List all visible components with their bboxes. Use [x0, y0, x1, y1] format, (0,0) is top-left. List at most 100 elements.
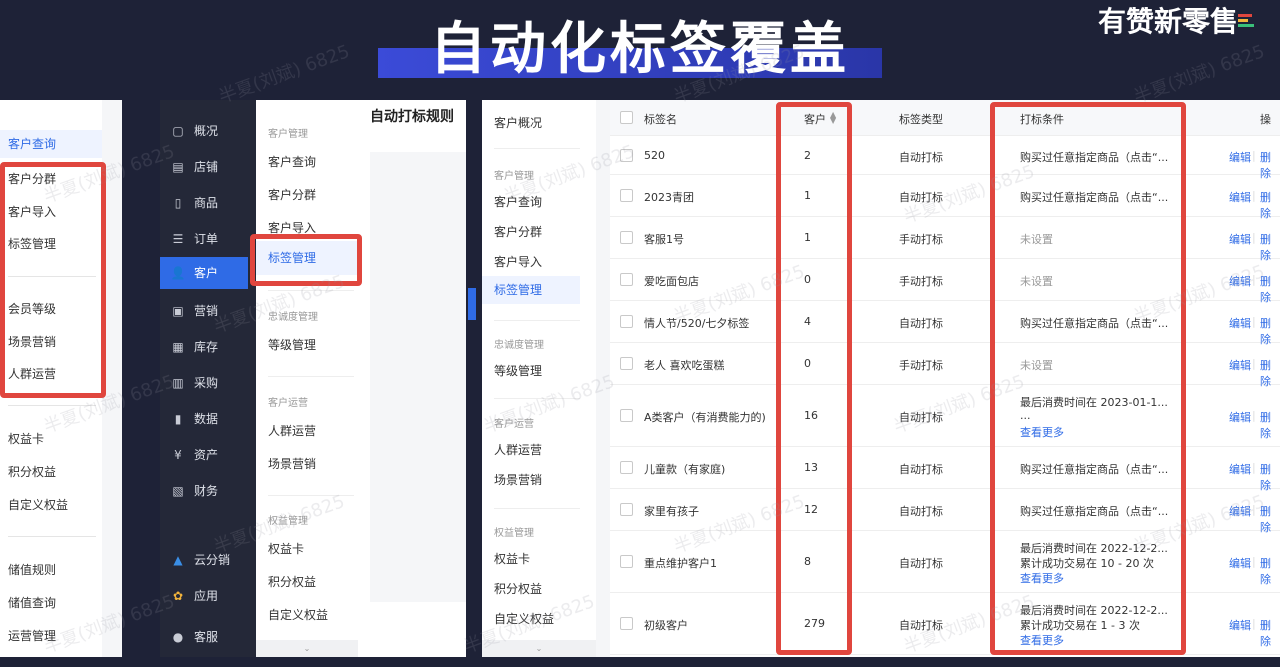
select-all-checkbox[interactable]	[620, 111, 633, 124]
p3-active-marker	[468, 288, 476, 320]
nav-customer[interactable]: 👤 客户	[160, 257, 248, 289]
cloud-distribution-icon: ▲	[173, 553, 183, 567]
nav-label: 应用	[194, 589, 219, 603]
delete-link[interactable]: 删除	[1260, 409, 1280, 441]
customer-service-icon: ●	[172, 630, 184, 644]
row-checkbox[interactable]	[620, 503, 633, 516]
edit-link[interactable]: 编辑	[1229, 315, 1251, 331]
row-checkbox[interactable]	[620, 357, 633, 370]
p1-divider	[8, 536, 96, 537]
slide-header: 自动化标签覆盖 有赞新零售	[0, 0, 1280, 100]
p1-item-stored-value-query[interactable]: 储值查询	[8, 594, 56, 611]
tag-type: 自动打标	[899, 151, 943, 164]
p3-item-points-benefit[interactable]: 积分权益	[494, 580, 542, 597]
highlight-box-customers	[776, 102, 852, 655]
tag-name: 初级客户	[644, 619, 688, 632]
p3-divider	[494, 148, 580, 149]
nav-goods[interactable]: ▯ 商品	[170, 194, 218, 211]
p3-item-benefit-card[interactable]: 权益卡	[494, 550, 530, 567]
action-divider: |	[1252, 149, 1256, 162]
p2-item-crowd-ops[interactable]: 人群运营	[268, 422, 316, 439]
nav-apps[interactable]: ✿ 应用	[170, 587, 218, 604]
row-checkbox[interactable]	[620, 273, 633, 286]
p3-item-customer-overview[interactable]: 客户概况	[494, 114, 542, 131]
edit-link[interactable]: 编辑	[1229, 149, 1251, 165]
p1-item-benefit-card[interactable]: 权益卡	[8, 430, 44, 447]
action-divider: |	[1252, 357, 1256, 370]
p2-item-scene-marketing[interactable]: 场景营销	[268, 455, 316, 472]
nav-finance[interactable]: ▧ 财务	[170, 482, 218, 499]
p3-item-level-management[interactable]: 等级管理	[494, 362, 542, 379]
group-customer-ops: 客户运营	[268, 398, 308, 409]
p1-item-customer-query[interactable]: 客户查询	[0, 130, 102, 158]
assets-icon: ¥	[174, 448, 182, 462]
overview-icon: ▢	[172, 124, 184, 138]
tag-type: 手动打标	[899, 359, 943, 372]
brand-logo-text: 有赞新零售	[1097, 5, 1238, 38]
row-checkbox[interactable]	[620, 555, 633, 568]
edit-link[interactable]: 编辑	[1229, 555, 1251, 571]
rules-content-area	[370, 152, 466, 602]
p1-item-custom-benefit[interactable]: 自定义权益	[8, 496, 68, 513]
p2-item-points-benefit[interactable]: 积分权益	[268, 573, 316, 590]
p3-divider	[494, 508, 580, 509]
row-checkbox[interactable]	[620, 231, 633, 244]
action-divider: |	[1252, 409, 1256, 422]
p2-item-level-management[interactable]: 等级管理	[268, 336, 316, 353]
edit-link[interactable]: 编辑	[1229, 189, 1251, 205]
p3-item-customer-segment[interactable]: 客户分群	[494, 223, 542, 240]
nav-label: 店铺	[194, 160, 219, 174]
tag-name: 家里有孩子	[644, 505, 699, 518]
tag-name: 2023青团	[644, 191, 694, 204]
action-divider: |	[1252, 617, 1256, 630]
nav-data[interactable]: ▮ 数据	[170, 410, 218, 427]
nav-overview[interactable]: ▢ 概况	[170, 122, 218, 139]
p2-item-customer-query[interactable]: 客户查询	[268, 153, 316, 170]
delete-link[interactable]: 删除	[1260, 555, 1280, 587]
bottom-bar	[0, 657, 1280, 667]
edit-link[interactable]: 编辑	[1229, 461, 1251, 477]
inventory-icon: ▦	[172, 340, 184, 354]
p3-divider	[494, 320, 580, 321]
action-divider: |	[1252, 231, 1256, 244]
p3-item-scene-marketing[interactable]: 场景营销	[494, 471, 542, 488]
panel-2-sub-nav: 客户管理 客户查询 客户分群 客户导入 标签管理 忠诚度管理 等级管理 客户运营…	[256, 100, 358, 657]
p1-item-points-benefit[interactable]: 积分权益	[8, 463, 56, 480]
row-checkbox[interactable]	[620, 315, 633, 328]
data-icon: ▮	[174, 412, 182, 426]
nav-label: 资产	[194, 448, 219, 462]
tag-type: 手动打标	[899, 275, 943, 288]
edit-link[interactable]: 编辑	[1229, 617, 1251, 633]
edit-link[interactable]: 编辑	[1229, 357, 1251, 373]
col-actions: 操	[1260, 113, 1271, 126]
nav-customer-service[interactable]: ● 客服	[170, 628, 218, 645]
row-checkbox[interactable]	[620, 189, 633, 202]
nav-label: 商品	[194, 196, 219, 210]
col-tag-name: 标签名	[644, 113, 677, 126]
nav-label: 客户	[194, 266, 219, 280]
row-checkbox[interactable]	[620, 409, 633, 422]
nav-label: 库存	[194, 340, 219, 354]
p2-collapse-chevron-icon[interactable]: ⌄	[256, 640, 358, 657]
edit-link[interactable]: 编辑	[1229, 409, 1251, 425]
nav-label: 客服	[194, 630, 219, 644]
p1-item-stored-value-rules[interactable]: 储值规则	[8, 561, 56, 578]
nav-inventory[interactable]: ▦ 库存	[170, 338, 218, 355]
p3-item-tag-management[interactable]: 标签管理	[482, 276, 580, 304]
tag-type: 自动打标	[899, 557, 943, 570]
nav-label: 订单	[194, 232, 219, 246]
action-divider: |	[1252, 555, 1256, 568]
delete-link[interactable]: 删除	[1260, 617, 1280, 649]
edit-link[interactable]: 编辑	[1229, 231, 1251, 247]
nav-orders[interactable]: ☰ 订单	[170, 230, 218, 247]
p2-item-custom-benefit[interactable]: 自定义权益	[268, 606, 328, 623]
nav-assets[interactable]: ¥ 资产	[170, 446, 218, 463]
row-checkbox[interactable]	[620, 617, 633, 630]
nav-purchase[interactable]: ▥ 采购	[170, 374, 218, 391]
p2-item-benefit-card[interactable]: 权益卡	[268, 540, 304, 557]
action-divider: |	[1252, 461, 1256, 474]
p2-item-customer-segment[interactable]: 客户分群	[268, 186, 316, 203]
p3-item-customer-import[interactable]: 客户导入	[494, 253, 542, 270]
p3-item-crowd-ops[interactable]: 人群运营	[494, 441, 542, 458]
row-checkbox[interactable]	[620, 461, 633, 474]
